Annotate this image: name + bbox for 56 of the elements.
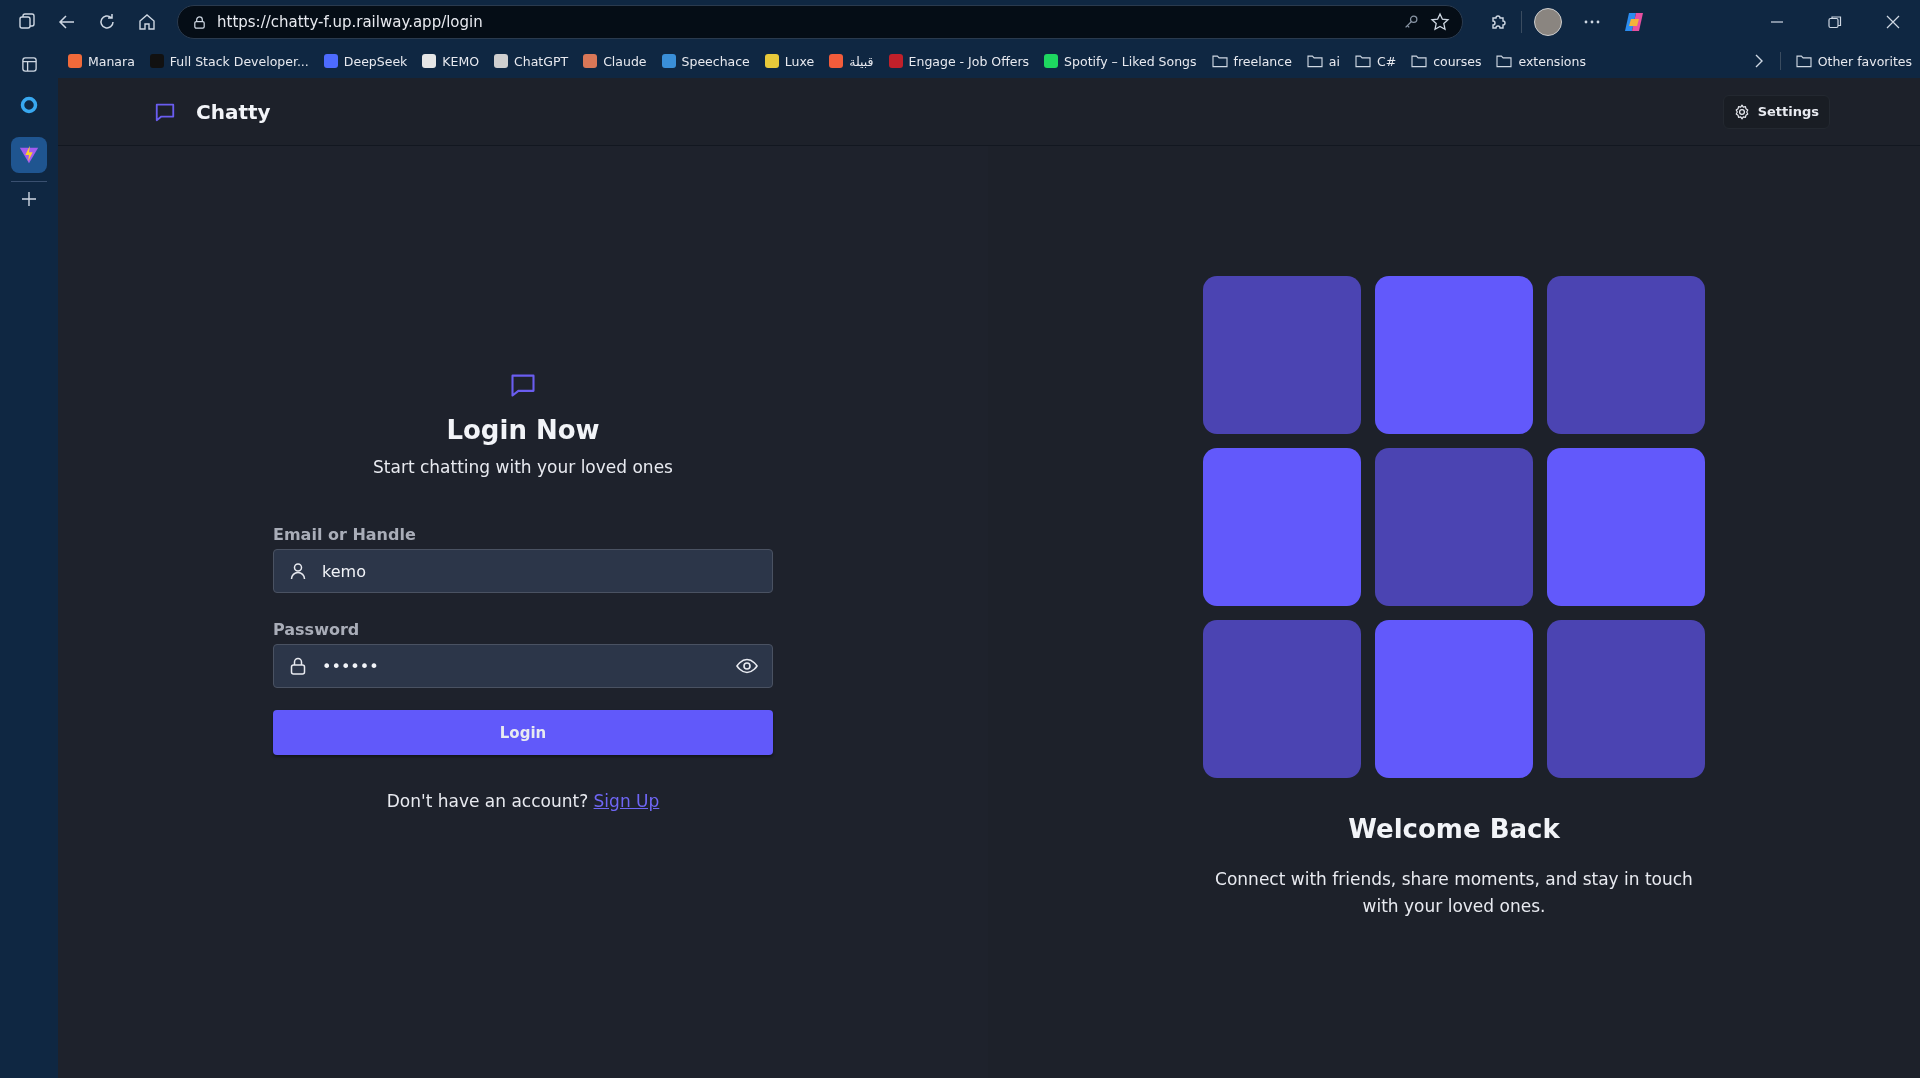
star-icon[interactable] xyxy=(1430,12,1450,32)
folder-icon xyxy=(1496,54,1513,68)
close-icon[interactable] xyxy=(1886,15,1900,29)
folder-icon xyxy=(1354,54,1371,68)
bookmark-link[interactable]: ChatGPT xyxy=(494,53,569,69)
welcome-text: Connect with friends, share moments, and stay in touch with your loved ones. xyxy=(1214,868,1694,918)
bookmark-link[interactable]: Spotify – Liked Songs xyxy=(1044,53,1197,69)
copilot-icon[interactable] xyxy=(1622,10,1646,34)
welcome-title: Welcome Back xyxy=(1348,814,1560,844)
bookmark-folder[interactable]: extensions xyxy=(1496,53,1586,69)
bookmark-folder[interactable]: ai xyxy=(1306,53,1340,69)
bookmark-link[interactable]: Luxe xyxy=(764,53,815,69)
signup-prompt: Don't have an account? Sign Up xyxy=(385,791,661,811)
restore-icon[interactable] xyxy=(1828,15,1842,29)
sidebar-app[interactable] xyxy=(11,137,47,173)
sign-up-link[interactable]: Sign Up xyxy=(593,791,660,811)
eye-icon[interactable] xyxy=(736,658,758,674)
field-label: Email or Handle xyxy=(273,525,417,544)
ring-icon xyxy=(19,95,39,115)
field-label: Password xyxy=(273,620,361,639)
password-field[interactable]: •••••• xyxy=(273,644,773,688)
folder-icon xyxy=(1795,54,1812,68)
user-icon xyxy=(288,561,308,581)
login-button[interactable]: Login xyxy=(273,710,773,755)
add-icon[interactable] xyxy=(20,190,38,208)
other-favorites-folder[interactable]: Other favorites xyxy=(1795,53,1912,69)
folder-icon xyxy=(1211,54,1228,68)
bookmark-folder[interactable]: C# xyxy=(1354,53,1397,69)
profile-avatar[interactable] xyxy=(1534,8,1562,36)
bookmark-folder[interactable]: freelance xyxy=(1211,53,1292,69)
email-field[interactable]: kemo xyxy=(273,549,773,593)
address-bar[interactable]: https://chatty-f.up.railway.app/login xyxy=(177,5,1463,39)
folder-icon xyxy=(1411,54,1428,68)
home-icon[interactable] xyxy=(137,12,157,32)
folder-icon xyxy=(1306,54,1323,68)
bookmark-link[interactable]: Full Stack Developer... xyxy=(149,53,309,69)
bookmark-link[interactable]: قبيلة xyxy=(829,53,874,69)
lock-icon xyxy=(192,14,207,30)
bookmark-link[interactable]: Manara xyxy=(68,53,135,69)
bookmark-link[interactable]: DeepSeek xyxy=(323,53,408,69)
bookmark-link[interactable]: Engage - Job Offers xyxy=(888,53,1030,69)
puzzle-icon[interactable] xyxy=(1489,12,1509,32)
login-title: Login Now xyxy=(445,415,601,445)
bookmark-link[interactable]: Claude xyxy=(583,53,647,69)
settings-icon xyxy=(1733,103,1750,120)
login-subtitle: Start chatting with your loved ones xyxy=(372,457,674,477)
bookmark-link[interactable]: Speechace xyxy=(661,53,750,69)
bookmark-link[interactable]: KEMO xyxy=(422,53,480,69)
lock-icon xyxy=(288,656,308,676)
sidebar-toggle-icon[interactable] xyxy=(20,56,38,73)
settings-button[interactable]: Settings xyxy=(1722,94,1830,129)
brand-name[interactable]: Chatty xyxy=(196,99,271,124)
url-text: https://chatty-f.up.railway.app/login xyxy=(217,13,483,31)
bookmark-folder[interactable]: courses xyxy=(1411,53,1482,69)
refresh-icon[interactable] xyxy=(97,12,117,32)
tabs-icon[interactable] xyxy=(17,12,37,32)
